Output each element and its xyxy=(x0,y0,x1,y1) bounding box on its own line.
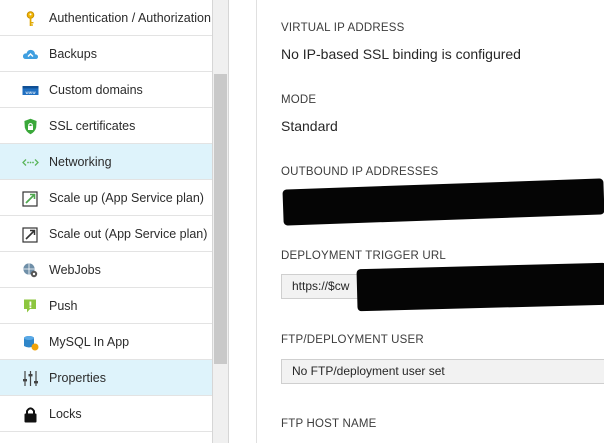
settings-menu: Authentication / Authorization Backups w… xyxy=(0,0,212,443)
menu-item-label: WebJobs xyxy=(49,263,101,277)
menu-item-scale-up[interactable]: Scale up (App Service plan) xyxy=(0,180,212,216)
menu-item-label: Properties xyxy=(49,371,106,385)
virtual-ip-value: No IP-based SSL binding is configured xyxy=(281,46,521,62)
redaction-mark xyxy=(282,178,604,226)
menu-item-push[interactable]: Push xyxy=(0,288,212,324)
menu-item-label: SSL certificates xyxy=(49,119,136,133)
menu-item-authentication[interactable]: Authentication / Authorization xyxy=(0,0,212,36)
scale-up-icon xyxy=(22,190,39,207)
mode-label: MODE xyxy=(281,94,317,106)
www-domain-icon: www xyxy=(22,82,39,99)
ftp-user-field[interactable]: No FTP/deployment user set xyxy=(281,359,604,384)
cloud-backup-icon xyxy=(22,46,39,63)
properties-sliders-icon xyxy=(22,370,39,387)
lock-icon xyxy=(22,406,39,423)
push-notification-icon xyxy=(22,298,39,315)
scrollbar-divider xyxy=(228,0,229,443)
menu-item-webjobs[interactable]: WebJobs xyxy=(0,252,212,288)
menu-item-custom-domains[interactable]: www Custom domains xyxy=(0,72,212,108)
network-arrows-icon xyxy=(22,154,39,171)
redaction-mark xyxy=(356,262,604,312)
menu-item-label: Scale out (App Service plan) xyxy=(49,227,208,241)
menu-scrollbar-thumb[interactable] xyxy=(214,74,227,364)
menu-item-backups[interactable]: Backups xyxy=(0,36,212,72)
mode-value: Standard xyxy=(281,118,338,134)
webjobs-gear-icon xyxy=(22,262,39,279)
menu-item-label: Push xyxy=(49,299,78,313)
ftp-user-label: FTP/DEPLOYMENT USER xyxy=(281,334,424,346)
menu-item-label: Backups xyxy=(49,47,97,61)
menu-item-ssl-certificates[interactable]: SSL certificates xyxy=(0,108,212,144)
menu-item-label: Authentication / Authorization xyxy=(49,11,211,25)
menu-item-locks[interactable]: Locks xyxy=(0,396,212,432)
key-icon xyxy=(22,10,39,27)
virtual-ip-label: VIRTUAL IP ADDRESS xyxy=(281,22,405,34)
menu-item-label: MySQL In App xyxy=(49,335,130,349)
menu-item-label: Scale up (App Service plan) xyxy=(49,191,204,205)
deployment-trigger-label: DEPLOYMENT TRIGGER URL xyxy=(281,250,447,262)
menu-item-mysql-in-app[interactable]: MySQL In App xyxy=(0,324,212,360)
outbound-ip-label: OUTBOUND IP ADDRESSES xyxy=(281,166,439,178)
shield-lock-icon xyxy=(22,118,39,135)
mysql-database-icon xyxy=(22,334,39,351)
menu-item-networking[interactable]: Networking xyxy=(0,144,212,180)
menu-item-label: Custom domains xyxy=(49,83,143,97)
menu-item-label: Locks xyxy=(49,407,82,421)
scale-out-icon xyxy=(22,226,39,243)
properties-panel: VIRTUAL IP ADDRESS No IP-based SSL bindi… xyxy=(257,0,604,443)
ftp-host-label: FTP HOST NAME xyxy=(281,418,377,430)
menu-item-label: Networking xyxy=(49,155,112,169)
menu-item-scale-out[interactable]: Scale out (App Service plan) xyxy=(0,216,212,252)
menu-item-properties[interactable]: Properties xyxy=(0,360,212,396)
svg-text:www: www xyxy=(25,90,36,95)
